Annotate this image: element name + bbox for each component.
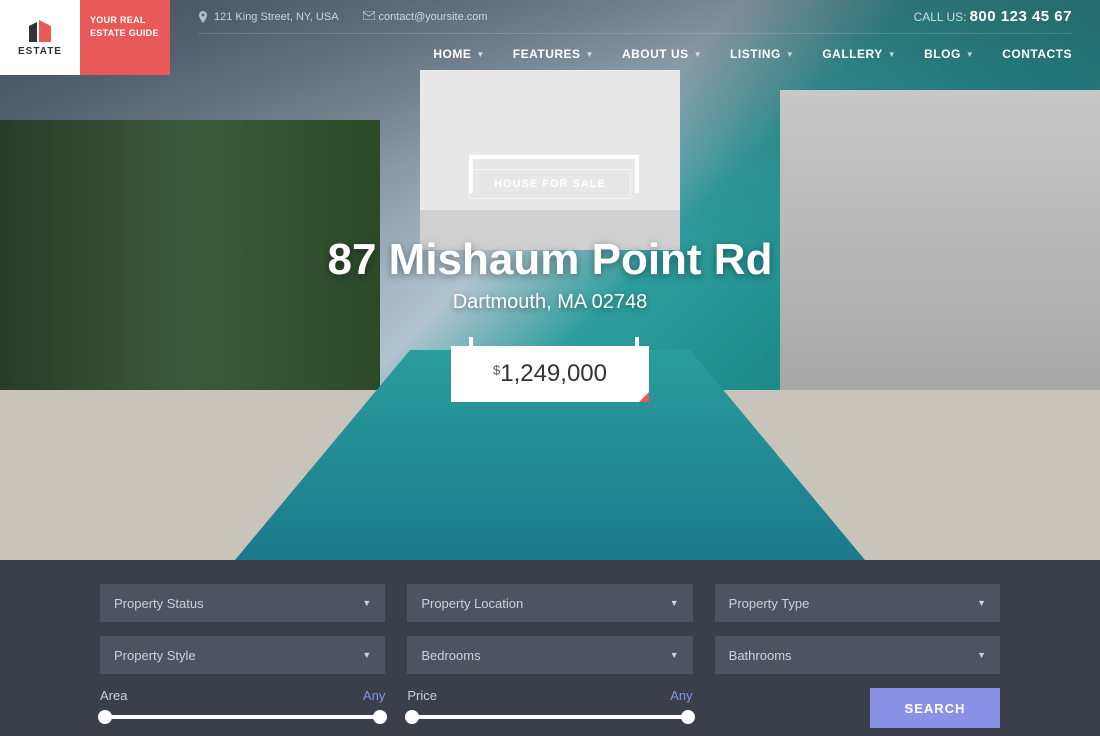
property-status-dropdown[interactable]: Property Status▼ <box>100 584 385 622</box>
slider-handle[interactable] <box>681 710 695 724</box>
phone: CALL US: 800 123 45 67 <box>914 8 1072 25</box>
chevron-down-icon: ▼ <box>476 50 484 59</box>
address-text: 121 King Street, NY, USA <box>214 11 339 23</box>
listing-badge: HOUSE FOR SALE <box>469 169 631 199</box>
chevron-down-icon: ▼ <box>670 650 679 660</box>
mail-icon <box>363 11 373 23</box>
property-style-dropdown[interactable]: Property Style▼ <box>100 636 385 674</box>
hero-content: HOUSE FOR SALE 87 Mishaum Point Rd Dartm… <box>0 155 1100 402</box>
tagline: YOUR REAL ESTATE GUIDE <box>80 0 170 75</box>
header: ESTATE YOUR REAL ESTATE GUIDE 121 King S… <box>0 0 1100 75</box>
price-value: 1,249,000 <box>500 360 607 387</box>
callus-label: CALL US: <box>914 10 967 24</box>
chevron-down-icon: ▼ <box>977 598 986 608</box>
nav-listing[interactable]: LISTING▼ <box>730 47 794 61</box>
nav-blog[interactable]: BLOG▼ <box>924 47 974 61</box>
pin-icon <box>198 11 208 23</box>
bathrooms-dropdown[interactable]: Bathrooms▼ <box>715 636 1000 674</box>
price-box: $1,249,000 <box>451 346 649 402</box>
logo-icon <box>25 18 55 42</box>
nav-about[interactable]: ABOUT US▼ <box>622 47 702 61</box>
slider-track[interactable] <box>407 715 692 719</box>
area-label: Area <box>100 688 127 703</box>
chevron-down-icon: ▼ <box>362 598 371 608</box>
listing-subtitle: Dartmouth, MA 02748 <box>453 291 648 314</box>
property-type-dropdown[interactable]: Property Type▼ <box>715 584 1000 622</box>
search-button[interactable]: SEARCH <box>870 688 1000 728</box>
slider-track[interactable] <box>100 715 385 719</box>
navbar: HOME▼ FEATURES▼ ABOUT US▼ LISTING▼ GALLE… <box>198 34 1072 74</box>
badge-frame: HOUSE FOR SALE <box>469 155 631 213</box>
area-slider[interactable]: Area Any <box>100 688 385 728</box>
price-slider[interactable]: Price Any <box>407 688 692 728</box>
logo-text: ESTATE <box>18 46 62 57</box>
chevron-down-icon: ▼ <box>888 50 896 59</box>
slider-handle[interactable] <box>98 710 112 724</box>
slider-handle[interactable] <box>373 710 387 724</box>
search-bar: Property Status▼ Property Location▼ Prop… <box>0 560 1100 736</box>
property-location-dropdown[interactable]: Property Location▼ <box>407 584 692 622</box>
nav-features[interactable]: FEATURES▼ <box>513 47 594 61</box>
bedrooms-dropdown[interactable]: Bedrooms▼ <box>407 636 692 674</box>
area-value: Any <box>363 688 385 703</box>
chevron-down-icon: ▼ <box>670 598 679 608</box>
email[interactable]: contact@yoursite.com <box>363 11 488 23</box>
logo[interactable]: ESTATE <box>0 0 80 75</box>
chevron-down-icon: ▼ <box>966 50 974 59</box>
slider-handle[interactable] <box>405 710 419 724</box>
chevron-down-icon: ▼ <box>362 650 371 660</box>
chevron-down-icon: ▼ <box>586 50 594 59</box>
nav-gallery[interactable]: GALLERY▼ <box>822 47 896 61</box>
chevron-down-icon: ▼ <box>786 50 794 59</box>
topbar: 121 King Street, NY, USA contact@yoursit… <box>198 0 1072 34</box>
price-label: Price <box>407 688 437 703</box>
phone-number: 800 123 45 67 <box>970 8 1072 25</box>
nav-contacts[interactable]: CONTACTS <box>1002 47 1072 61</box>
chevron-down-icon: ▼ <box>977 650 986 660</box>
chevron-down-icon: ▼ <box>694 50 702 59</box>
listing-title: 87 Mishaum Point Rd <box>328 235 773 285</box>
address: 121 King Street, NY, USA <box>198 11 339 23</box>
nav-home[interactable]: HOME▼ <box>433 47 484 61</box>
email-text: contact@yoursite.com <box>379 11 488 23</box>
price-value: Any <box>670 688 692 703</box>
